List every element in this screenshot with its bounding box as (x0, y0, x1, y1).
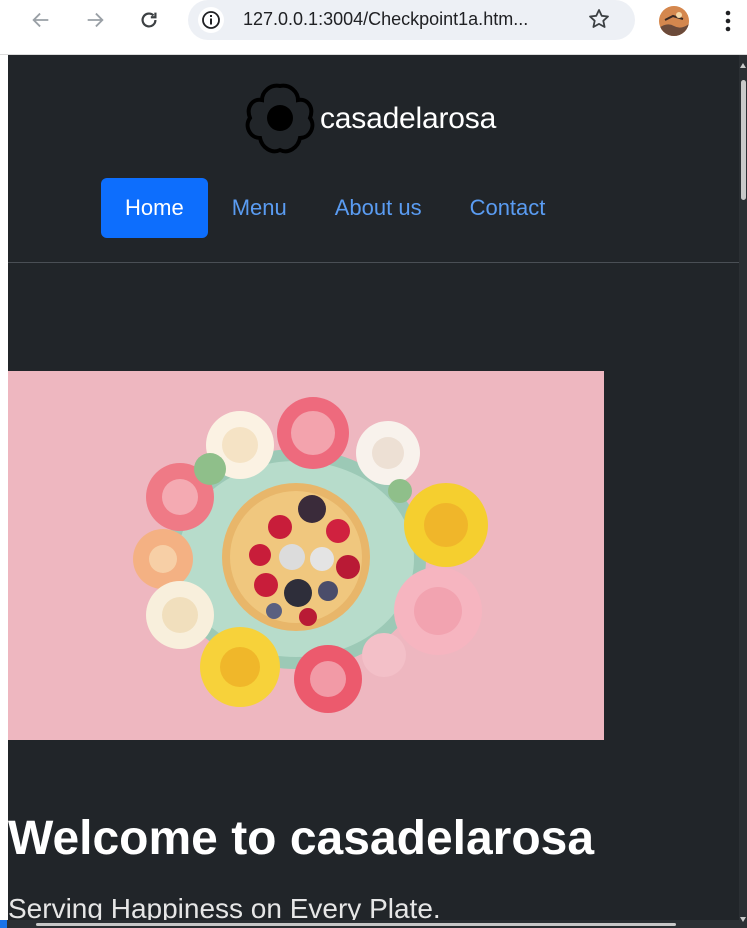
arrow-right-icon (87, 12, 104, 28)
scrollbar-thumb[interactable] (741, 80, 746, 200)
avatar-icon (659, 6, 689, 36)
reload-button[interactable] (135, 6, 163, 34)
browser-toolbar: 127.0.0.1:3004/Checkpoint1a.htm... (0, 0, 747, 55)
brand-name: casadelarosa (320, 102, 497, 135)
url-text[interactable]: 127.0.0.1:3004/Checkpoint1a.htm... (243, 9, 528, 30)
navbar-divider (8, 262, 739, 263)
food-flowers-image (8, 371, 604, 740)
scroll-down-icon[interactable] (740, 917, 746, 922)
horizontal-scrollbar-thumb[interactable] (36, 923, 676, 926)
navbar-brand[interactable]: casadelarosa (242, 79, 496, 159)
page-body: casadelarosa Home Menu About us Contact (8, 55, 739, 928)
nav-home[interactable]: Home (101, 178, 208, 238)
hero-title: Welcome to casadelarosa (8, 812, 595, 865)
vertical-scrollbar[interactable] (739, 55, 747, 928)
focus-marker (0, 920, 7, 928)
star-icon (589, 9, 609, 28)
info-icon (202, 11, 220, 29)
arrow-left-icon (32, 12, 49, 28)
nav-contact[interactable]: Contact (446, 178, 570, 238)
scroll-up-icon[interactable] (740, 63, 746, 68)
site-info-button[interactable] (198, 7, 224, 33)
bookmark-button[interactable] (587, 7, 611, 35)
forward-button[interactable] (81, 6, 109, 34)
nav-menu[interactable]: Menu (208, 178, 311, 238)
address-bar[interactable]: 127.0.0.1:3004/Checkpoint1a.htm... (188, 0, 635, 40)
horizontal-scrollbar[interactable] (0, 920, 739, 928)
browser-menu-button[interactable] (718, 6, 738, 36)
main-nav: Home Menu About us Contact (101, 178, 569, 238)
back-button[interactable] (27, 6, 55, 34)
flower-logo-icon (245, 83, 315, 154)
kebab-menu-icon (725, 10, 731, 32)
nav-about-us[interactable]: About us (311, 178, 446, 238)
reload-icon (141, 12, 157, 28)
hero-image (8, 371, 604, 740)
profile-avatar[interactable] (659, 6, 689, 36)
